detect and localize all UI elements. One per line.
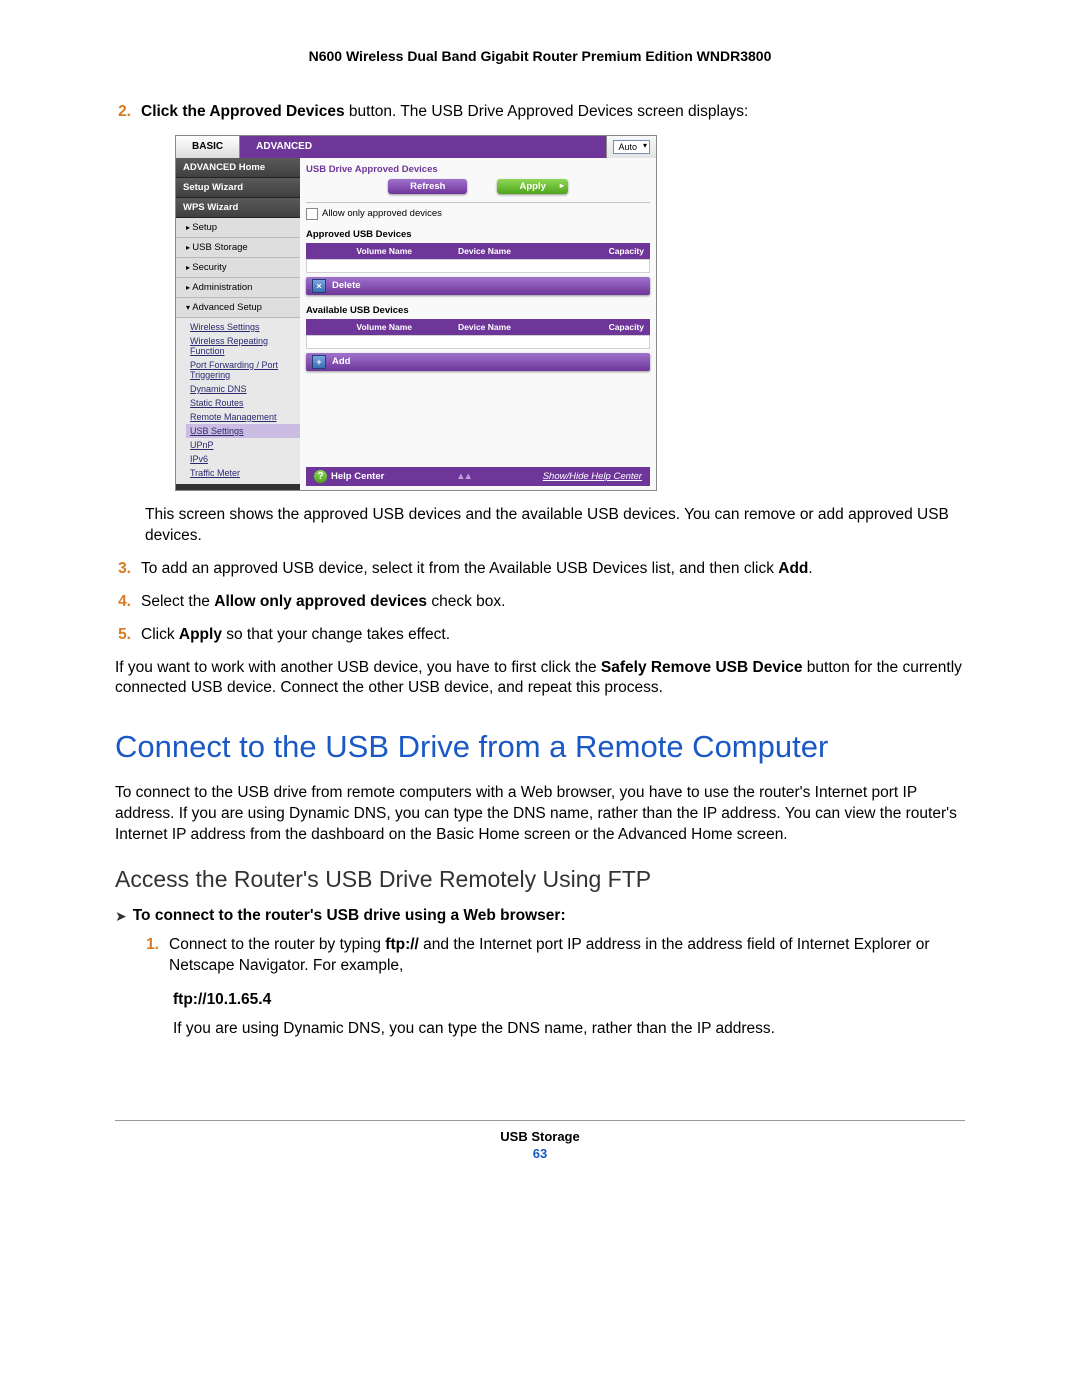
link-wireless-settings[interactable]: Wireless Settings: [190, 320, 300, 334]
sidebar-item-advanced-setup[interactable]: Advanced Setup: [176, 298, 300, 318]
step-4-text: Select the Allow only approved devices c…: [141, 592, 965, 613]
section-heading-connect-usb: Connect to the USB Drive from a Remote C…: [115, 729, 965, 765]
step-number-3: 3.: [115, 559, 131, 580]
approved-label: Approved USB Devices: [306, 229, 650, 240]
th-volume: Volume Name: [306, 243, 418, 259]
sidebar-item-setup-wizard[interactable]: Setup Wizard: [176, 178, 300, 198]
tab-basic[interactable]: BASIC: [176, 136, 240, 158]
sidebar-item-setup[interactable]: Setup: [176, 218, 300, 238]
note-paragraph: If you want to work with another USB dev…: [115, 658, 965, 700]
th-capacity-2: Capacity: [564, 319, 650, 335]
router-ui-screenshot: BASIC ADVANCED Auto ADVANCED Home Setup …: [175, 135, 657, 491]
show-hide-help[interactable]: Show/Hide Help Center: [543, 471, 642, 482]
delete-button[interactable]: × Delete: [306, 277, 650, 295]
note-a: If you want to work with another USB dev…: [115, 659, 601, 676]
approved-table-header: Volume Name Device Name Capacity: [306, 243, 650, 259]
add-button[interactable]: + Add: [306, 353, 650, 371]
ftp-example: ftp://10.1.65.4: [173, 991, 965, 1009]
step-4b: Allow only approved devices: [214, 593, 427, 610]
tab-advanced[interactable]: ADVANCED: [240, 136, 328, 158]
p1b: ftp://: [385, 936, 419, 953]
add-icon: +: [312, 355, 326, 369]
available-table-header: Volume Name Device Name Capacity: [306, 319, 650, 335]
available-table-row: [306, 335, 650, 349]
panel-title: USB Drive Approved Devices: [306, 164, 650, 175]
delete-label: Delete: [332, 280, 361, 291]
step-number-5: 5.: [115, 625, 131, 646]
step-number-2: 2.: [115, 102, 131, 123]
step-2-rest: button. The USB Drive Approved Devices s…: [345, 103, 749, 120]
section-body: To connect to the USB drive from remote …: [115, 783, 965, 846]
ftp-after: If you are using Dynamic DNS, you can ty…: [173, 1019, 965, 1040]
step-4c: check box.: [427, 593, 505, 610]
link-wireless-repeating[interactable]: Wireless Repeating Function: [190, 334, 300, 358]
link-dynamic-dns[interactable]: Dynamic DNS: [190, 382, 300, 396]
step-4a: Select the: [141, 593, 214, 610]
p1a: Connect to the router by typing: [169, 936, 385, 953]
step-number-4: 4.: [115, 592, 131, 613]
link-static-routes[interactable]: Static Routes: [190, 396, 300, 410]
subsection-heading-ftp: Access the Router's USB Drive Remotely U…: [115, 866, 965, 893]
add-label: Add: [332, 356, 350, 367]
sidebar-item-administration[interactable]: Administration: [176, 278, 300, 298]
link-upnp[interactable]: UPnP: [190, 438, 300, 452]
step-2-after: This screen shows the approved USB devic…: [145, 505, 965, 547]
step-3c: .: [808, 560, 812, 577]
allow-only-checkbox[interactable]: [306, 208, 318, 220]
step-5-text: Click Apply so that your change takes ef…: [141, 625, 965, 646]
th-device: Device Name: [418, 243, 564, 259]
link-port-forwarding[interactable]: Port Forwarding / Port Triggering: [190, 358, 300, 382]
available-label: Available USB Devices: [306, 305, 650, 316]
step-5c: so that your change takes effect.: [222, 626, 450, 643]
step-3a: To add an approved USB device, select it…: [141, 560, 778, 577]
link-traffic-meter[interactable]: Traffic Meter: [190, 466, 300, 480]
proc-step-1-num: 1.: [143, 935, 159, 977]
apply-button[interactable]: Apply: [497, 179, 567, 194]
help-chevron-icon[interactable]: ▲▲: [456, 471, 471, 482]
step-3b: Add: [778, 560, 808, 577]
footer-title: USB Storage: [115, 1129, 965, 1144]
step-3-text: To add an approved USB device, select it…: [141, 559, 965, 580]
th-capacity: Capacity: [564, 243, 650, 259]
th-device-2: Device Name: [418, 319, 564, 335]
procedure-heading: To connect to the router's USB drive usi…: [133, 907, 566, 925]
refresh-button[interactable]: Refresh: [388, 179, 467, 194]
step-2-bold: Click the Approved Devices: [141, 103, 345, 120]
step-5a: Click: [141, 626, 179, 643]
link-usb-settings[interactable]: USB Settings: [186, 424, 300, 438]
approved-table-row: [306, 259, 650, 273]
page-header: N600 Wireless Dual Band Gigabit Router P…: [115, 48, 965, 64]
procedure-arrow-icon: ➤: [115, 908, 127, 925]
footer-page-number: 63: [115, 1146, 965, 1161]
sidebar-item-usb-storage[interactable]: USB Storage: [176, 238, 300, 258]
link-remote-management[interactable]: Remote Management: [190, 410, 300, 424]
help-label[interactable]: Help Center: [331, 471, 384, 482]
sidebar-item-wps-wizard[interactable]: WPS Wizard: [176, 198, 300, 218]
step-5b: Apply: [179, 626, 222, 643]
auto-select[interactable]: Auto: [613, 140, 650, 154]
step-2-text: Click the Approved Devices button. The U…: [141, 102, 965, 123]
sidebar-item-advanced-home[interactable]: ADVANCED Home: [176, 158, 300, 178]
proc-step-1-text: Connect to the router by typing ftp:// a…: [169, 935, 965, 977]
allow-only-label: Allow only approved devices: [322, 208, 442, 219]
th-volume-2: Volume Name: [306, 319, 418, 335]
note-b: Safely Remove USB Device: [601, 659, 803, 676]
help-icon[interactable]: ?: [314, 470, 327, 483]
delete-icon: ×: [312, 279, 326, 293]
link-ipv6[interactable]: IPv6: [190, 452, 300, 466]
sidebar-item-security[interactable]: Security: [176, 258, 300, 278]
